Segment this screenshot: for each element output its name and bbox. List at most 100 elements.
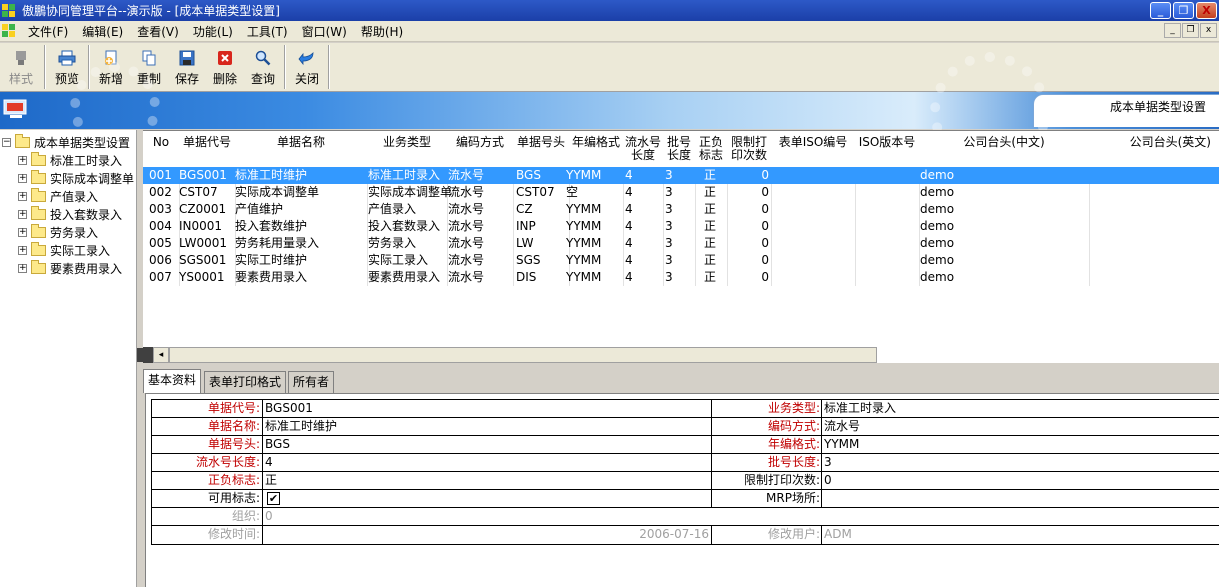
menu-tools[interactable]: 工具(T) — [240, 23, 295, 40]
cell-print: 0 — [761, 236, 769, 250]
modified-user-field: ADM — [824, 527, 852, 541]
name-field[interactable]: 标准工时维护 — [263, 418, 337, 435]
enabled-checkbox[interactable]: ✔ — [267, 492, 280, 505]
mdi-close-button[interactable]: x — [1200, 23, 1217, 38]
col-iso-code[interactable]: 表单ISO编号 — [771, 131, 855, 167]
sign-field[interactable]: 正 — [263, 472, 277, 489]
collapse-icon[interactable]: − — [2, 137, 11, 147]
query-button[interactable]: 查询 — [244, 43, 282, 91]
expand-icon[interactable]: + — [18, 209, 27, 219]
horizontal-scrollbar[interactable]: ◂ — [143, 347, 877, 363]
col-biz-type[interactable]: 业务类型 — [367, 131, 447, 167]
tab-basic-info[interactable]: 基本资料 — [143, 369, 202, 393]
cell-encode: 流水号 — [448, 253, 485, 267]
encode-field[interactable]: 流水号 — [822, 418, 860, 435]
expand-icon[interactable]: + — [18, 173, 27, 183]
col-header-cn[interactable]: 公司台头(中文) — [919, 131, 1089, 167]
close-window-button[interactable]: X — [1196, 2, 1217, 19]
menu-window[interactable]: 窗口(W) — [295, 23, 354, 40]
restore-button[interactable]: ❐ — [1173, 2, 1194, 19]
batch-length-field[interactable]: 3 — [822, 454, 832, 471]
close-label: 关闭 — [294, 72, 319, 86]
tree-item[interactable]: + 标准工时录入 — [18, 151, 122, 169]
tree-item[interactable]: + 投入套数录入 — [18, 205, 122, 223]
tree-item-label: 劳务录入 — [50, 225, 99, 240]
tab-print-format[interactable]: 表单打印格式 — [204, 371, 287, 393]
col-year-format[interactable]: 年编格式 — [569, 131, 623, 167]
name-label: 单据名称: — [207, 419, 260, 433]
expand-icon[interactable]: + — [18, 155, 27, 165]
table-row[interactable]: 004 IN0001 投入套数维护 投入套数录入 流水号 INP YYMM 4 3 正 0 demo — [143, 218, 1219, 235]
col-serial-length-line2: 长度 — [630, 148, 655, 162]
table-row[interactable]: 007 YS0001 要素费用录入 要素费用录入 流水号 DIS YYMM 4 3 正 0 demo — [143, 269, 1219, 286]
expand-icon[interactable]: + — [18, 245, 27, 255]
close-button[interactable]: 关闭 — [288, 43, 326, 91]
style-button[interactable]: 样式 — [0, 43, 42, 91]
prefix-field[interactable]: BGS — [263, 436, 290, 453]
col-sign[interactable]: 正负 标志 — [695, 131, 727, 167]
cell-header-cn: demo — [920, 202, 955, 216]
menu-edit[interactable]: 编辑(E) — [75, 23, 130, 40]
menu-help[interactable]: 帮助(H) — [354, 23, 410, 40]
tree-item[interactable]: + 产值录入 — [18, 187, 98, 205]
menu-view[interactable]: 查看(V) — [130, 23, 186, 40]
tree-item[interactable]: + 劳务录入 — [18, 223, 98, 241]
mdi-child-icon[interactable] — [1, 23, 17, 39]
print-limit-field[interactable]: 0 — [822, 472, 832, 489]
form-row: 单据名称: 标准工时维护 编码方式: 流水号 — [152, 418, 1219, 436]
save-label: 保存 — [174, 72, 199, 86]
save-button[interactable]: 保存 — [168, 43, 206, 91]
menu-file[interactable]: 文件(F) — [21, 23, 75, 40]
grid-header: No 单据代号 单据名称 业务类型 编码方式 单据号头 年编格式 流水号 长度 批… — [143, 131, 1219, 167]
col-iso-version[interactable]: ISO版本号 — [855, 131, 919, 167]
expand-icon[interactable]: + — [18, 191, 27, 201]
col-name[interactable]: 单据名称 — [235, 131, 367, 167]
expand-icon[interactable]: + — [18, 263, 27, 273]
form-row: 组织: 0 — [152, 508, 1219, 526]
scroll-thumb[interactable] — [169, 347, 877, 363]
col-header-en[interactable]: 公司台头(英文) — [1089, 131, 1219, 167]
serial-length-field[interactable]: 4 — [263, 454, 273, 471]
table-row[interactable]: 002 CST07 实际成本调整单 实际成本调整单 流水号 CST07 空 4 3 正 0 demo — [143, 184, 1219, 201]
cell-print: 0 — [761, 202, 769, 216]
minimize-button[interactable]: _ — [1150, 2, 1171, 19]
printer-icon — [58, 49, 76, 67]
scroll-left-icon[interactable]: ◂ — [153, 347, 169, 363]
mdi-restore-button[interactable]: ❐ — [1182, 23, 1199, 38]
cell-code: SGS001 — [179, 253, 227, 267]
tree-item[interactable]: + 实际工录入 — [18, 241, 110, 259]
code-field[interactable]: BGS001 — [263, 400, 313, 417]
org-label: 组织: — [231, 509, 260, 523]
query-label: 查询 — [250, 72, 275, 86]
col-code[interactable]: 单据代号 — [179, 131, 235, 167]
table-row[interactable]: 001 BGS001 标准工时维护 标准工时录入 流水号 BGS YYMM 4 3 正 0 demo — [143, 167, 1219, 184]
mdi-minimize-button[interactable]: _ — [1164, 23, 1181, 38]
tree-item[interactable]: + 实际成本调整单 — [18, 169, 134, 187]
col-prefix[interactable]: 单据号头 — [513, 131, 569, 167]
col-no[interactable]: No — [143, 131, 179, 167]
delete-label: 删除 — [212, 72, 237, 86]
tab-owner[interactable]: 所有者 — [288, 371, 335, 393]
col-batch-length[interactable]: 批号 长度 — [663, 131, 695, 167]
folder-icon — [15, 133, 30, 148]
biz-type-field[interactable]: 标准工时录入 — [822, 400, 896, 417]
col-print-limit[interactable]: 限制打 印次数 — [727, 131, 771, 167]
cell-serial-len: 4 — [625, 168, 633, 182]
cell-biz-type: 实际工录入 — [368, 253, 429, 267]
cell-print: 0 — [761, 253, 769, 267]
col-encode[interactable]: 编码方式 — [447, 131, 513, 167]
cell-sign: 正 — [704, 219, 717, 233]
table-row[interactable]: 005 LW0001 劳务耗用量录入 劳务录入 流水号 LW YYMM 4 3 正 0 demo — [143, 235, 1219, 252]
table-row[interactable]: 003 CZ0001 产值维护 产值录入 流水号 CZ YYMM 4 3 正 0 demo — [143, 201, 1219, 218]
tree-item[interactable]: + 要素费用录入 — [18, 259, 122, 277]
table-row[interactable]: 006 SGS001 实际工时维护 实际工录入 流水号 SGS YYMM 4 3 正 0 demo — [143, 252, 1219, 269]
detail-tabs: 基本资料 表单打印格式 所有者 — [143, 363, 1219, 393]
form-row: 流水号长度: 4 批号长度: 3 — [152, 454, 1219, 472]
col-serial-length[interactable]: 流水号 长度 — [623, 131, 663, 167]
delete-button[interactable]: 删除 — [206, 43, 244, 91]
menu-function[interactable]: 功能(L) — [186, 23, 240, 40]
tree-root[interactable]: − 成本单据类型设置 — [2, 133, 130, 151]
year-format-field[interactable]: YYMM — [822, 436, 859, 453]
mrp-field[interactable] — [822, 490, 824, 507]
expand-icon[interactable]: + — [18, 227, 27, 237]
